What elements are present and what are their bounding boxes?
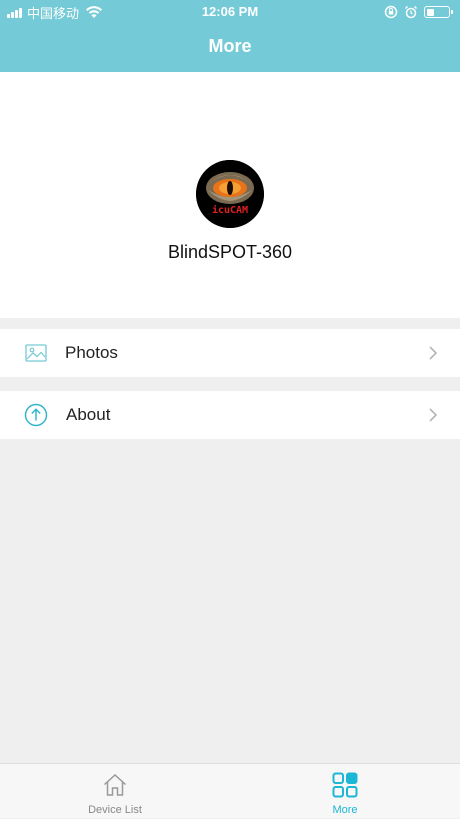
device-profile: icuCAM BlindSPOT-360	[0, 72, 460, 318]
home-icon	[103, 773, 127, 796]
chevron-right-icon	[429, 346, 438, 360]
menu-item-photos[interactable]: Photos	[0, 329, 460, 377]
bottom-tab-bar: Device List More	[0, 763, 460, 818]
rotation-lock-icon	[384, 5, 398, 19]
menu-item-label: Photos	[65, 343, 118, 362]
image-icon	[25, 344, 47, 362]
tab-label: Device List	[88, 804, 142, 816]
tab-device-list[interactable]: Device List	[0, 764, 230, 819]
eye-logo-icon: icuCAM	[196, 160, 264, 228]
app-header: 中国移动 12:06 PM More	[0, 0, 460, 72]
device-name: BlindSPOT-360	[167, 242, 293, 262]
page-title: More	[208, 36, 252, 56]
tab-label: More	[332, 804, 358, 816]
menu-item-about[interactable]: About	[0, 391, 460, 439]
device-avatar: icuCAM	[196, 160, 264, 228]
menu-item-label: About	[66, 405, 111, 424]
battery-icon	[424, 6, 453, 18]
status-right	[384, 4, 453, 20]
grid-icon	[332, 772, 358, 798]
upload-arrow-icon	[24, 403, 48, 427]
alarm-icon	[404, 5, 418, 19]
status-bar: 中国移动 12:06 PM	[0, 0, 460, 24]
battery-level	[426, 8, 434, 16]
avatar-logo-text: icuCAM	[212, 204, 248, 216]
chevron-right-icon	[429, 408, 438, 422]
tab-more[interactable]: More	[230, 764, 460, 819]
